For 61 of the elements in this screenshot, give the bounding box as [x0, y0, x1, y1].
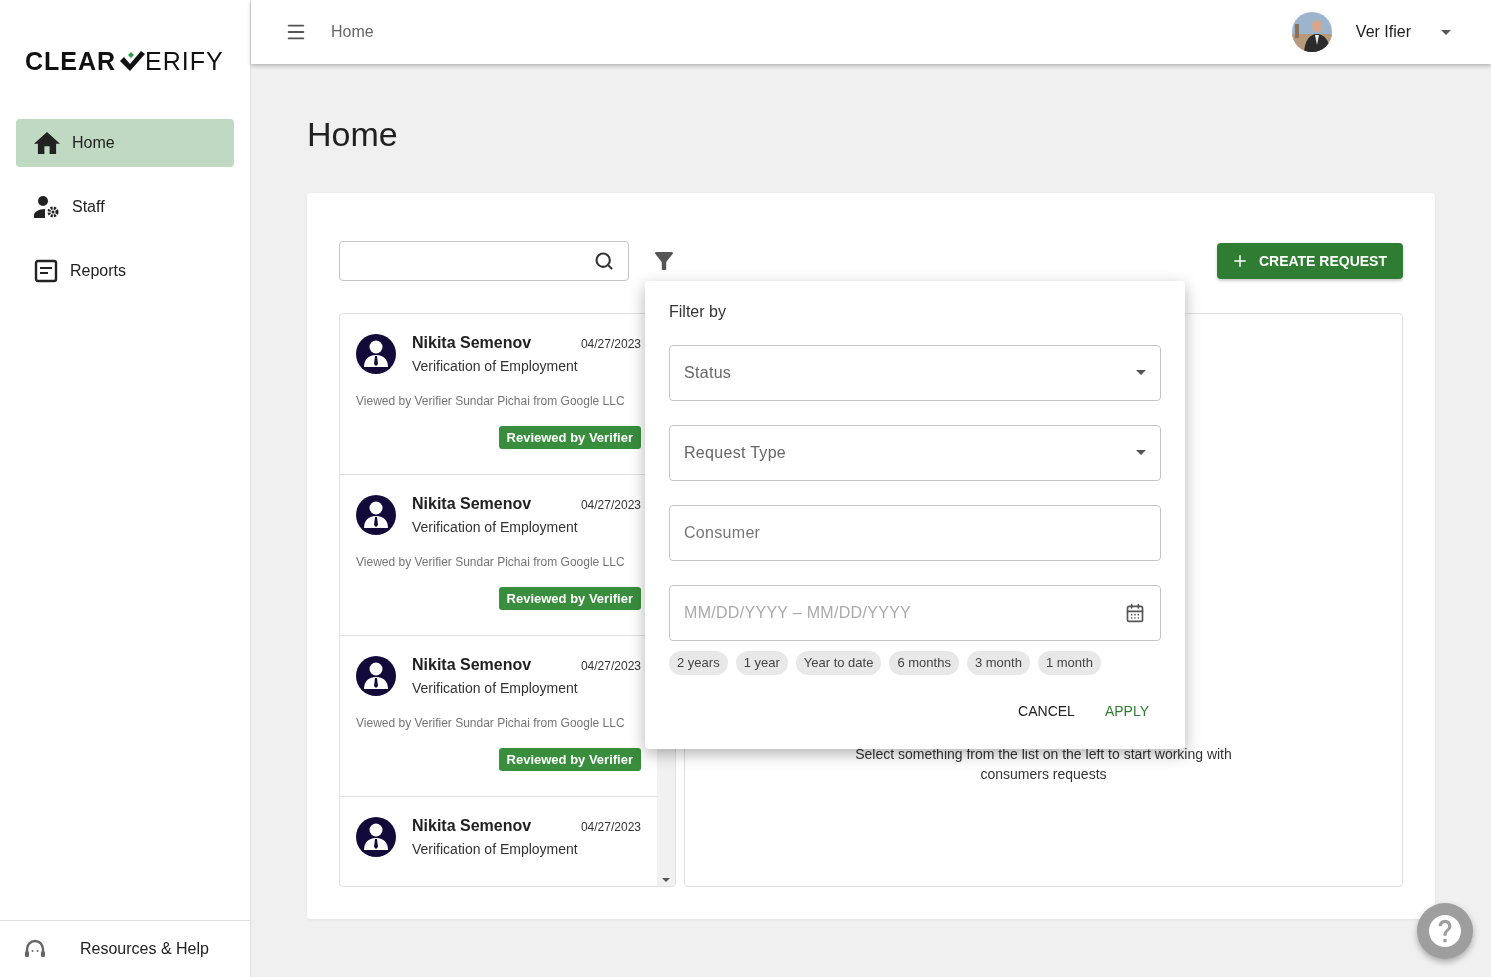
headset-icon: [24, 939, 46, 959]
cancel-button[interactable]: CANCEL: [1006, 696, 1087, 725]
request-date: 04/27/2023: [580, 658, 641, 673]
select-field[interactable]: Request Type: [669, 424, 1161, 481]
person-avatar-icon: [356, 333, 396, 374]
period-chip[interactable]: 3 month: [966, 650, 1030, 675]
status-badge: Reviewed by Verifier: [498, 425, 641, 449]
nav-item[interactable]: Reports: [16, 247, 234, 295]
logo-text: ERIFY: [145, 48, 224, 74]
request-type: Verification of Employment: [412, 679, 579, 696]
period-chip[interactable]: Year to date: [795, 650, 882, 675]
consumer-name: Nikita Semenov: [412, 333, 532, 352]
person-avatar-icon: [356, 494, 396, 535]
request-type: Verification of Employment: [412, 518, 579, 535]
request-date: 04/27/2023: [580, 497, 641, 512]
viewed-note: Viewed by Verifier Sundar Pichai from Google LLC: [356, 715, 626, 730]
help-button[interactable]: [1417, 903, 1473, 959]
date-range-field[interactable]: MM/DD/YYYY – MM/DD/YYYY: [669, 584, 1161, 641]
request-card[interactable]: Nikita Semenov 04/27/2023 Verification of Employment: [340, 796, 657, 886]
consumer-name: Nikita Semenov: [412, 494, 532, 513]
apply-button[interactable]: APPLY: [1092, 696, 1161, 725]
consumer-name: Nikita Semenov: [412, 816, 532, 835]
question-mark-icon: [1429, 915, 1461, 947]
nav-item[interactable]: Home: [16, 119, 234, 167]
person-avatar-icon: [356, 816, 396, 857]
home-icon: [34, 131, 60, 155]
viewed-note: Viewed by Verifier Sundar Pichai from Google LLC: [356, 393, 626, 408]
request-date: 04/27/2023: [580, 336, 641, 351]
select-field[interactable]: Status: [669, 344, 1161, 401]
period-chip[interactable]: 6 months: [889, 650, 959, 675]
filter-button[interactable]: [655, 251, 673, 270]
request-type: Verification of Employment: [412, 840, 579, 857]
create-request-button[interactable]: CREATE REQUEST: [1216, 242, 1403, 279]
request-date: 04/27/2023: [580, 819, 641, 834]
check-mark-icon: [119, 50, 146, 72]
request-type: Verification of Employment: [412, 357, 579, 374]
caret-icon: [1136, 450, 1146, 456]
caret-icon: [1136, 370, 1146, 376]
caret-icon: [1441, 29, 1451, 35]
nav-item[interactable]: Staff: [16, 183, 234, 231]
help-link[interactable]: Resources & Help: [0, 920, 250, 977]
search-field[interactable]: [339, 240, 629, 281]
search-icon: [594, 250, 614, 271]
calendar-icon: [1125, 602, 1145, 623]
breadcrumb: Home: [331, 23, 375, 41]
period-chip[interactable]: 1 month: [1037, 650, 1101, 675]
person-avatar-icon: [356, 655, 396, 696]
consumer-name: Nikita Semenov: [412, 655, 532, 674]
viewed-note: Viewed by Verifier Sundar Pichai from Google LLC: [356, 554, 626, 569]
user-menu[interactable]: Ver Ifier: [1355, 23, 1457, 41]
person-gear-icon: [34, 196, 60, 218]
status-badge: Reviewed by Verifier: [498, 747, 641, 771]
logo-text: CLEAR: [25, 48, 117, 74]
consumer-field[interactable]: Consumer: [669, 504, 1161, 561]
period-chip[interactable]: 1 year: [735, 650, 788, 675]
document-icon: [34, 259, 58, 283]
scroll-down-icon: [662, 877, 670, 882]
period-chip[interactable]: 2 years: [669, 650, 728, 675]
page-title: Home: [307, 114, 399, 155]
status-badge: Reviewed by Verifier: [498, 586, 641, 610]
filter-title: Filter by: [669, 302, 727, 321]
